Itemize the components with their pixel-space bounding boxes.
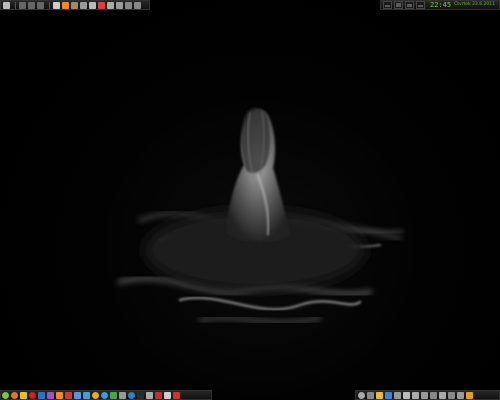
chrome-icon[interactable]	[92, 391, 99, 399]
banana-icon[interactable]	[376, 391, 383, 399]
vlc-icon[interactable]	[62, 1, 69, 9]
keyboard-icon[interactable]	[430, 391, 437, 399]
display-icon[interactable]	[457, 391, 464, 399]
user-icon[interactable]	[80, 1, 87, 9]
date[interactable]: Čtvrtek 23.6.2011	[454, 1, 495, 9]
flag-icon[interactable]	[98, 1, 105, 9]
separator	[49, 1, 50, 9]
cpu-meter[interactable]	[383, 1, 392, 9]
top-right-panel: 22:45 Čtvrtek 23.6.2011	[380, 0, 500, 10]
clock[interactable]: 22:45	[430, 1, 451, 9]
gimp-icon[interactable]	[71, 1, 78, 9]
skype-icon[interactable]	[101, 391, 108, 399]
media-prev-icon[interactable]	[19, 1, 26, 9]
globe-icon[interactable]	[128, 391, 135, 399]
menu-icon[interactable]	[3, 1, 10, 9]
lock-icon[interactable]	[448, 391, 455, 399]
warning-icon[interactable]	[466, 391, 473, 399]
emerald-icon[interactable]	[47, 391, 54, 399]
user-icon[interactable]	[439, 391, 446, 399]
inkscape-icon[interactable]	[89, 1, 96, 9]
volume-icon[interactable]	[412, 391, 419, 399]
vlc-icon[interactable]	[56, 391, 63, 399]
desktop: 22:45 Čtvrtek 23.6.2011	[0, 0, 500, 400]
home-icon[interactable]	[53, 1, 60, 9]
network-meter[interactable]	[416, 1, 425, 9]
clipboard-icon[interactable]	[421, 391, 428, 399]
separator	[15, 1, 16, 9]
bottom-left-panel	[0, 390, 212, 400]
chat-icon[interactable]	[74, 391, 81, 399]
bottom-right-panel	[355, 390, 500, 400]
wine-icon[interactable]	[65, 391, 72, 399]
start-icon[interactable]	[2, 391, 9, 399]
shield-icon[interactable]	[125, 1, 132, 9]
bluetooth-icon[interactable]	[385, 391, 392, 399]
close-icon[interactable]	[173, 391, 180, 399]
picture-icon[interactable]	[38, 391, 45, 399]
monitor-icon[interactable]	[146, 391, 153, 399]
network-icon[interactable]	[83, 391, 90, 399]
update-icon[interactable]	[367, 391, 374, 399]
calculator-icon[interactable]	[155, 391, 162, 399]
network-icon[interactable]	[116, 1, 123, 9]
gear-icon[interactable]	[107, 1, 114, 9]
media-play-icon[interactable]	[28, 1, 35, 9]
download-icon[interactable]	[110, 391, 117, 399]
power-icon[interactable]	[134, 1, 141, 9]
top-left-panel	[0, 0, 150, 10]
calendar-icon[interactable]	[164, 391, 171, 399]
tools-icon[interactable]	[119, 391, 126, 399]
opera-icon[interactable]	[29, 391, 36, 399]
wallpaper-figure	[117, 107, 404, 324]
system-meters	[383, 1, 427, 9]
sound-icon[interactable]	[358, 391, 365, 399]
terminal-icon[interactable]	[137, 391, 144, 399]
disk-meter[interactable]	[405, 1, 414, 9]
media-next-icon[interactable]	[37, 1, 44, 9]
battery-icon[interactable]	[394, 391, 401, 399]
firefox-icon[interactable]	[11, 391, 18, 399]
banana-icon[interactable]	[20, 391, 27, 399]
memory-meter[interactable]	[394, 1, 403, 9]
wifi-icon[interactable]	[403, 391, 410, 399]
